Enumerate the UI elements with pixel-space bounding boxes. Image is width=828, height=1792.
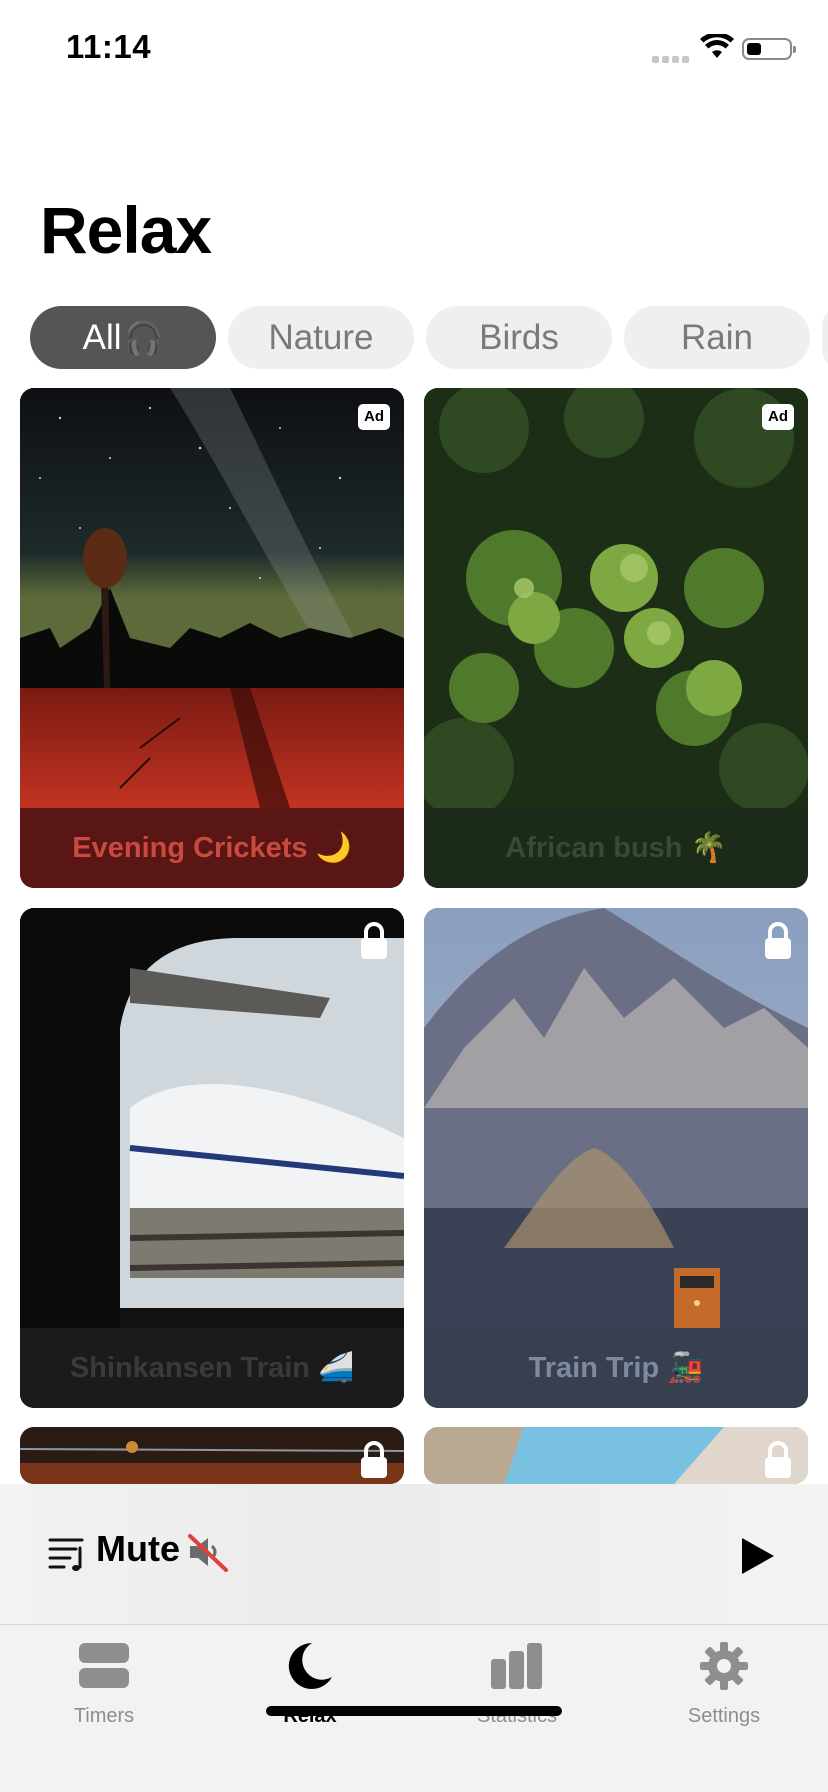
- play-icon[interactable]: [740, 1536, 776, 1576]
- battery-icon: [742, 38, 796, 60]
- lock-icon: [765, 922, 791, 959]
- category-filter: All🎧 Nature Birds Rain: [30, 306, 828, 370]
- now-playing-bar[interactable]: Mute: [0, 1484, 828, 1624]
- status-bar: 11:14: [0, 0, 828, 100]
- status-time: 11:14: [66, 28, 152, 65]
- chip-all[interactable]: All🎧: [30, 306, 216, 369]
- sound-title: African bush 🌴: [424, 808, 808, 888]
- tab-settings[interactable]: Settings: [654, 1641, 794, 1741]
- tab-statistics[interactable]: Statistics: [447, 1641, 587, 1741]
- playlist-icon[interactable]: [48, 1534, 86, 1572]
- sound-card-evening-crickets[interactable]: Ad Evening Crickets 🌙: [20, 388, 404, 888]
- sound-card-african-bush[interactable]: Ad African bush 🌴: [424, 388, 808, 888]
- lock-icon: [361, 1441, 387, 1478]
- bullet-train-image: [20, 908, 404, 1328]
- sound-card-train-trip[interactable]: Train Trip 🚂: [424, 908, 808, 1408]
- gear-icon: [700, 1642, 748, 1690]
- timers-icon: [79, 1643, 129, 1688]
- sound-title: Shinkansen Train 🚄: [20, 1328, 404, 1408]
- sound-title: Train Trip 🚂: [424, 1328, 808, 1408]
- partial-card-image: [424, 1427, 808, 1484]
- home-indicator: [266, 1706, 562, 1716]
- signal-icon: [652, 50, 692, 63]
- tab-relax[interactable]: Relax: [240, 1641, 380, 1741]
- chip-next-peek[interactable]: [822, 306, 828, 369]
- night-road-image: [20, 388, 404, 808]
- chip-label: Birds: [479, 318, 559, 357]
- tab-label: Settings: [687, 1705, 761, 1727]
- tab-label: Timers: [73, 1705, 135, 1727]
- ad-badge: Ad: [762, 404, 794, 430]
- chip-rain[interactable]: Rain: [624, 306, 810, 369]
- chip-label: Rain: [681, 318, 753, 357]
- sound-card-partial[interactable]: [20, 1427, 404, 1484]
- moon-icon: [288, 1642, 332, 1689]
- sound-card-shinkansen-train[interactable]: Shinkansen Train 🚄: [20, 908, 404, 1408]
- mountain-train-image: [424, 908, 808, 1328]
- lock-icon: [361, 922, 387, 959]
- chip-label: Nature: [268, 318, 374, 357]
- forest-aerial-image: [424, 388, 808, 808]
- relax-screen: 11:14 Relax All🎧 Nature Birds Rain Ad Ev…: [0, 0, 828, 1792]
- partial-card-image: [20, 1427, 404, 1484]
- chip-nature[interactable]: Nature: [228, 306, 414, 369]
- now-playing-title: Mute: [96, 1528, 180, 1569]
- tab-timers[interactable]: Timers: [34, 1641, 174, 1741]
- wifi-icon: [700, 34, 734, 58]
- chip-label: All: [82, 318, 122, 357]
- bar-chart-icon: [491, 1643, 542, 1689]
- sound-card-partial[interactable]: [424, 1427, 808, 1484]
- page-title: Relax: [40, 193, 212, 267]
- chip-birds[interactable]: Birds: [426, 306, 612, 369]
- headphones-icon: 🎧: [123, 320, 164, 356]
- muted-speaker-icon: [188, 1534, 228, 1572]
- ad-badge: Ad: [358, 404, 390, 430]
- sound-title: Evening Crickets 🌙: [20, 808, 404, 888]
- lock-icon: [765, 1441, 791, 1478]
